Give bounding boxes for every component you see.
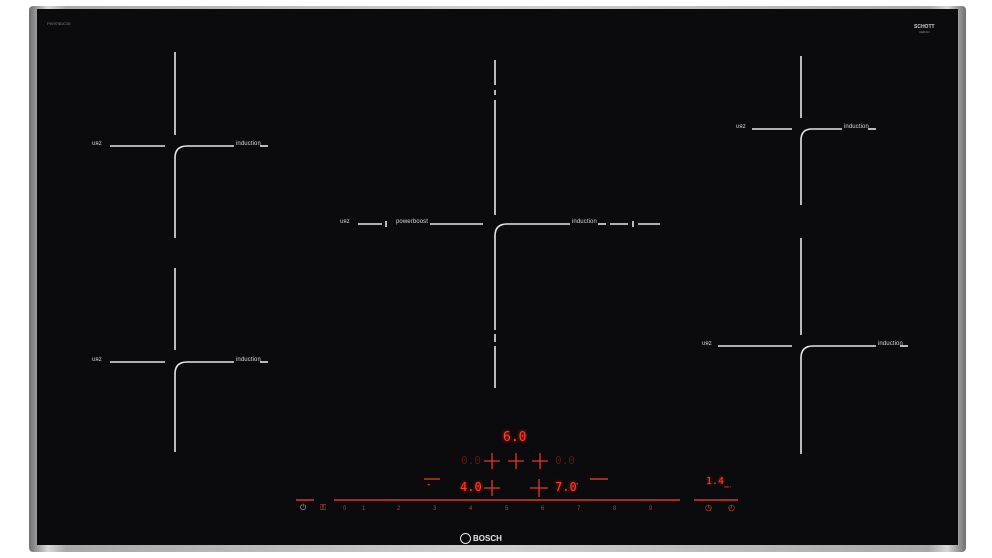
zone-markings [0, 0, 992, 558]
slider-level[interactable]: 0 [343, 506, 346, 512]
zone-timer-icon[interactable]: ◔ [575, 482, 579, 488]
zone-left-top-induction-label: induction [236, 141, 261, 147]
zone-left-bottom-size-label: ᴜᴙᴢ [92, 357, 102, 363]
slider-level[interactable]: 7 [577, 506, 580, 512]
slider-level[interactable]: 3 [433, 506, 436, 512]
timer-display: 1.4 [706, 476, 724, 487]
schott-line2: CERAN [914, 30, 935, 35]
slider-level[interactable]: 6 [541, 506, 544, 512]
slider-level[interactable]: 2 [397, 506, 400, 512]
left-front-power-display: 4.0 [460, 480, 482, 494]
slider-level[interactable]: 4 [469, 506, 472, 512]
zone-right-top-size-label: ᴜᴙᴢ [736, 124, 746, 130]
stopwatch-icon[interactable]: ◴ [728, 503, 735, 512]
slider-level[interactable]: 8 [613, 506, 616, 512]
zone-right-bottom-size-label: ᴜᴙᴢ [702, 341, 712, 347]
schott-ceran-logo: SCHOTT CERAN [914, 25, 935, 35]
pan-icon[interactable]: ◒ [427, 482, 431, 488]
timer-icon[interactable]: ◷ [705, 503, 712, 512]
power-icon[interactable]: ⏻ [300, 503, 306, 513]
bosch-logo-icon [460, 533, 471, 544]
brand-name: BOSCH [473, 534, 502, 543]
right-rear-power-display: 0.0 [555, 454, 575, 467]
zone-right-top-induction-label: induction [844, 124, 869, 130]
zone-center-powerboost-label: powerboost [396, 219, 428, 225]
left-rear-power-display: 0.0 [461, 454, 481, 467]
zone-left-top-size-label: ᴜᴙᴢ [92, 141, 102, 147]
timer-unit: min [724, 484, 731, 489]
right-front-power-display: 7.0 [555, 480, 577, 494]
zone-center-size-label: ᴜᴙᴢ [340, 219, 350, 225]
zone-left-bottom-induction-label: induction [236, 357, 261, 363]
zone-right-bottom-induction-label: induction [878, 341, 903, 347]
child-lock-icon[interactable]: ⚿ [320, 503, 326, 513]
center-zone-power-display: 6.0 [503, 430, 526, 445]
slider-level[interactable]: 1 [362, 506, 365, 512]
slider-level[interactable]: 5 [505, 506, 508, 512]
zone-center-induction-label: induction [572, 219, 597, 225]
model-number: PIV975DC1E [47, 21, 71, 26]
slider-level[interactable]: 9 [649, 506, 652, 512]
